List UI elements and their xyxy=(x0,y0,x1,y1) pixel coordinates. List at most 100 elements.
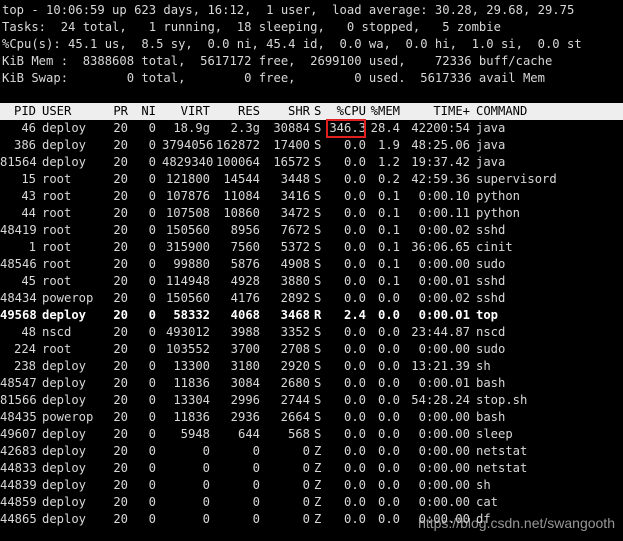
pid-cell: 49568 xyxy=(0,308,37,322)
virt-cell: 103552 xyxy=(165,342,210,356)
virt-cell: 0 xyxy=(202,461,210,475)
mem-cell: 0.1 xyxy=(377,189,400,203)
table-row: 386 deploy 20 0 3794056 162872 17400 S 0.0 1.9 48:… xyxy=(0,137,623,154)
pr-cell: 20 xyxy=(113,376,128,390)
mem-cell: 0.2 xyxy=(377,172,400,186)
user-cell: root xyxy=(42,342,72,356)
virt-cell: 107876 xyxy=(165,189,210,203)
cpu-cell: 0.0 xyxy=(343,342,366,356)
cpu-cell: 0.0 xyxy=(343,444,366,458)
pr-cell: 20 xyxy=(113,274,128,288)
cpu-cell: 346.3 xyxy=(329,121,366,135)
pid-cell: 15 xyxy=(21,172,36,186)
col-pr: PR xyxy=(113,104,128,118)
state-cell: S xyxy=(314,342,322,356)
ni-cell: 0 xyxy=(148,172,156,186)
mem-cell: 0.0 xyxy=(377,410,400,424)
state-cell: S xyxy=(314,206,322,220)
pr-cell: 20 xyxy=(113,138,128,152)
time-cell: 0:00.01 xyxy=(418,376,470,390)
virt-cell: 3794056 xyxy=(162,138,214,152)
table-row: 43 root 20 0 107876 11084 3416 S 0.0 0.1 0:00.10 py… xyxy=(0,188,623,205)
pr-cell: 20 xyxy=(113,461,128,475)
state-cell: S xyxy=(314,257,322,271)
shr-cell: 4908 xyxy=(280,257,310,271)
command-cell: supervisord xyxy=(476,172,557,186)
ni-cell: 0 xyxy=(148,410,156,424)
state-cell: R xyxy=(314,308,322,322)
state-cell: S xyxy=(314,155,322,169)
table-row: 48419 root 20 0 150560 8956 7672 S 0.0 0.1 0:00.02… xyxy=(0,222,623,239)
shr-cell: 2664 xyxy=(280,410,310,424)
cpu-cell: 0.0 xyxy=(343,478,366,492)
command-cell: stop.sh xyxy=(476,393,528,407)
res-cell: 3180 xyxy=(230,359,260,373)
shr-cell: 0 xyxy=(302,478,310,492)
shr-cell: 3416 xyxy=(280,189,310,203)
cpu-cell: 0.0 xyxy=(343,359,366,373)
time-cell: 54:28.24 xyxy=(411,393,470,407)
state-cell: S xyxy=(314,172,322,186)
user-cell: root xyxy=(42,274,72,288)
mem-cell: 0.1 xyxy=(377,240,400,254)
pr-cell: 20 xyxy=(113,172,128,186)
pid-cell: 48434 xyxy=(0,291,37,305)
res-cell: 3084 xyxy=(230,376,260,390)
pid-cell: 224 xyxy=(13,342,36,356)
state-cell: S xyxy=(314,121,322,135)
res-cell: 8956 xyxy=(230,223,260,237)
state-cell: Z xyxy=(314,444,322,458)
state-cell: S xyxy=(314,274,322,288)
user-cell: deploy xyxy=(42,138,87,152)
shr-cell: 0 xyxy=(302,512,310,526)
virt-cell: 99880 xyxy=(173,257,210,271)
pr-cell: 20 xyxy=(113,189,128,203)
res-cell: 5876 xyxy=(230,257,260,271)
watermark: https://blog.csdn.net/swangooth xyxy=(418,515,615,531)
shr-cell: 3352 xyxy=(280,325,310,339)
cpu-cell: 0.0 xyxy=(343,461,366,475)
command-cell: java xyxy=(476,138,506,152)
top-summary: top - 10:06:59 up 623 days, 16:12, 1 use… xyxy=(2,2,582,87)
pr-cell: 20 xyxy=(113,444,128,458)
pid-cell: 42683 xyxy=(0,444,37,458)
mem-cell: 1.9 xyxy=(377,138,400,152)
col-command: COMMAND xyxy=(476,104,528,118)
ni-cell: 0 xyxy=(148,427,156,441)
command-cell: sh xyxy=(476,478,491,492)
shr-cell: 0 xyxy=(302,444,310,458)
ni-cell: 0 xyxy=(148,121,156,135)
mem-cell: 0.0 xyxy=(377,495,400,509)
time-cell: 0:00.11 xyxy=(418,206,470,220)
cpu-cell: 0.0 xyxy=(343,274,366,288)
user-cell: deploy xyxy=(42,478,87,492)
state-cell: S xyxy=(314,393,322,407)
pr-cell: 20 xyxy=(113,325,128,339)
pr-cell: 20 xyxy=(113,410,128,424)
virt-cell: 5948 xyxy=(180,427,210,441)
ni-cell: 0 xyxy=(148,206,156,220)
user-cell: powerop xyxy=(42,291,94,305)
table-row: 46 deploy 20 0 18.9g 2.3g 30884 S 346.3 28.4 42200… xyxy=(0,120,623,137)
table-row: 45 root 20 0 114948 4928 3880 S 0.0 0.1 0:00.01 ssh… xyxy=(0,273,623,290)
cpu-cell: 0.0 xyxy=(343,206,366,220)
command-cell: cat xyxy=(476,495,499,509)
pr-cell: 20 xyxy=(113,121,128,135)
pid-cell: 44833 xyxy=(0,461,37,475)
table-row: 48435 powerop 20 0 11836 2936 2664 S 0.0 0.0 0:00.… xyxy=(0,409,623,426)
cpu-cell: 0.0 xyxy=(343,427,366,441)
col-cpu: %CPU xyxy=(336,104,366,118)
time-cell: 0:00.01 xyxy=(418,274,470,288)
pr-cell: 20 xyxy=(113,206,128,220)
mem-cell: 0.1 xyxy=(377,274,400,288)
cpu-line: %Cpu(s): 45.1 us, 8.5 sy, 0.0 ni, 45.4 i… xyxy=(2,37,582,51)
shr-cell: 5372 xyxy=(280,240,310,254)
command-cell: netstat xyxy=(476,444,528,458)
table-row: 15 root 20 0 121800 14544 3448 S 0.0 0.2 42:59.36 s… xyxy=(0,171,623,188)
process-table-header: PID USER PR NI VIRT RES SHR S %CPU %MEM … xyxy=(0,103,623,120)
shr-cell: 7672 xyxy=(280,223,310,237)
cpu-cell: 0.0 xyxy=(343,257,366,271)
res-cell: 0 xyxy=(252,495,260,509)
virt-cell: 4829340 xyxy=(162,155,214,169)
mem-cell: 0.0 xyxy=(377,444,400,458)
